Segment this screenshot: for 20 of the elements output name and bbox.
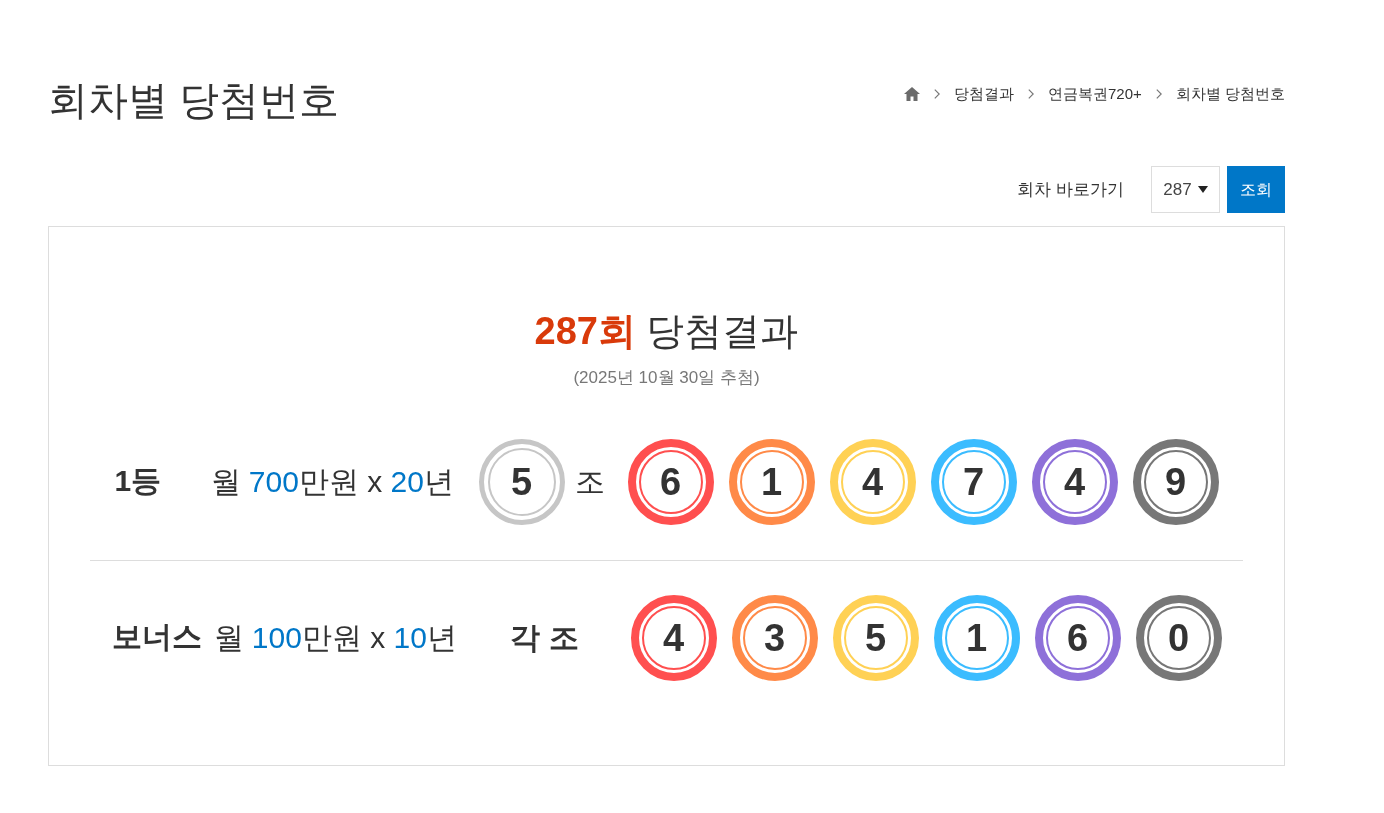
page-title: 회차별 당첨번호 <box>48 77 340 124</box>
prize-amount: 월 100만원 x 10년 <box>213 623 458 653</box>
breadcrumb-link[interactable]: 연금복권720+ <box>1048 84 1142 104</box>
search-button[interactable]: 조회 <box>1227 166 1285 213</box>
chevron-right-icon <box>934 89 941 99</box>
home-icon[interactable] <box>904 87 921 101</box>
breadcrumb-link[interactable]: 회차별 당첨번호 <box>1175 84 1285 104</box>
draw-date: (2025년 10월 30일 추첨) <box>572 367 761 389</box>
breadcrumb-link[interactable]: 당첨결과 <box>954 84 1015 104</box>
result-title: 287회 당첨결과 <box>533 309 800 354</box>
prize-rank: 보너스 <box>111 620 202 653</box>
prize-amount: 월 700만원 x 20년 <box>210 467 455 497</box>
chevron-right-icon <box>1028 89 1035 99</box>
group-label: 각 조 <box>510 623 579 653</box>
chevron-right-icon <box>1155 89 1162 99</box>
group-unit: 조 <box>574 467 605 497</box>
round-jump-label: 회차 바로가기 <box>1017 178 1124 201</box>
round-select[interactable]: 287 <box>1151 166 1220 213</box>
prize-rank: 1등 <box>114 464 162 497</box>
caret-icon <box>1197 186 1208 193</box>
